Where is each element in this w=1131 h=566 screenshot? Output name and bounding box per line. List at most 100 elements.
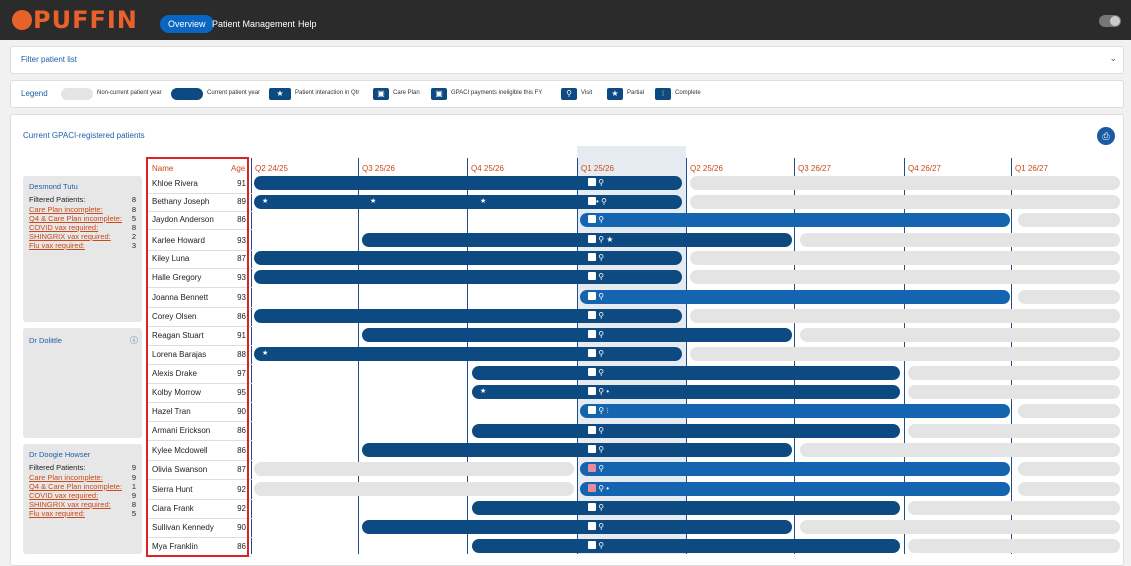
- patient-year-bar[interactable]: [362, 328, 792, 342]
- patient-year-bar[interactable]: [254, 270, 682, 284]
- noncurrent-year-bar: [690, 251, 1120, 265]
- patient-year-bar[interactable]: [580, 482, 1010, 496]
- quarter-header: Q1 26/27: [1015, 164, 1048, 173]
- care-plan-incomplete-link[interactable]: Care Plan incomplete: 9: [29, 473, 136, 482]
- care-plan-icon[interactable]: ⚲: [588, 501, 604, 515]
- flu-vax-required-link[interactable]: Flu vax required: 5: [29, 509, 136, 518]
- patient-year-bar[interactable]: [362, 520, 792, 534]
- patient-row[interactable]: Armani Erickson 86: [146, 422, 252, 441]
- care-plan-icon[interactable]: ⚲: [588, 347, 604, 361]
- group-desmond-tutu: Desmond Tutu Filtered Patients: 8 Care Pl…: [23, 176, 142, 322]
- patient-row[interactable]: Halle Gregory 93: [146, 269, 252, 288]
- care-plan-icon[interactable]: ⚲: [588, 539, 604, 553]
- filter-panel[interactable]: Filter patient list ⌄: [10, 46, 1124, 74]
- noncurrent-year-bar: [1018, 482, 1120, 496]
- care-plan-icon[interactable]: ⚲: [588, 251, 604, 265]
- patient-row[interactable]: Jaydon Anderson 86: [146, 211, 252, 230]
- patient-year-bar[interactable]: [580, 290, 1010, 304]
- print-icon[interactable]: ⎙: [1097, 127, 1115, 145]
- info-icon[interactable]: ⓘ: [130, 335, 138, 346]
- legend-noncurrent-label: Non-current patient year: [97, 90, 162, 96]
- group-name: Dr Doogie Howser: [29, 450, 91, 459]
- flu-vax-required-link[interactable]: Flu vax required: 3: [29, 241, 136, 250]
- care-plan-icon[interactable]: ⚲ ⁝: [588, 404, 609, 418]
- patient-row[interactable]: Olivia Swanson 87: [146, 461, 252, 480]
- group-dr-doogie-howser: Dr Doogie Howser Filtered Patients: 9 Car…: [23, 444, 142, 554]
- noncurrent-year-bar: [254, 462, 574, 476]
- care-plan-icon[interactable]: ⚲: [588, 366, 604, 380]
- legend-current-label: Current patient year: [207, 90, 261, 96]
- patient-row[interactable]: Alexis Drake 97: [146, 365, 252, 384]
- patient-row[interactable]: Hazel Tran 90: [146, 403, 252, 422]
- shingrix-vax-required-link[interactable]: SHINGRIX vax required: 2: [29, 232, 136, 241]
- name-column-header[interactable]: Name: [152, 164, 173, 173]
- patient-year-bar[interactable]: [580, 462, 1010, 476]
- patient-year-bar[interactable]: [472, 366, 900, 380]
- patient-row[interactable]: Joanna Bennett 93: [146, 289, 252, 308]
- care-plan-icon[interactable]: ⚲: [588, 328, 604, 342]
- puffin-logo[interactable]: PUFFIN: [12, 6, 138, 34]
- patient-year-bar[interactable]: [472, 501, 900, 515]
- care-plan-icon[interactable]: ⚲: [588, 213, 604, 227]
- patient-row[interactable]: Karlee Howard 93: [146, 232, 252, 251]
- patient-year-bar[interactable]: [472, 539, 900, 553]
- care-plan-icon[interactable]: • ⚲: [588, 195, 607, 209]
- theme-toggle[interactable]: [1099, 15, 1121, 27]
- group-dr-dolittle: Dr Dolittle ⓘ: [23, 328, 142, 438]
- noncurrent-year-bar: [908, 539, 1120, 553]
- patient-row[interactable]: Reagan Stuart 91: [146, 327, 252, 346]
- patient-year-bar[interactable]: [254, 251, 682, 265]
- patient-year-bar[interactable]: [254, 347, 682, 361]
- patient-row[interactable]: Sierra Hunt 92: [146, 481, 252, 500]
- chevron-down-icon[interactable]: ⌄: [1109, 53, 1117, 64]
- patient-row[interactable]: Ciara Frank 92: [146, 500, 252, 519]
- patient-row[interactable]: Mya Franklin 86: [146, 538, 252, 557]
- care-plan-icon[interactable]: ⚲ ★: [588, 233, 613, 247]
- legend-complete-icon: ⁝: [655, 88, 671, 100]
- patient-year-bar[interactable]: [362, 233, 792, 247]
- care-plan-icon[interactable]: ⚲: [588, 270, 604, 284]
- gpaci-ineligible-icon[interactable]: ⚲: [588, 462, 604, 476]
- patient-row[interactable]: Khloe Rivera 91: [146, 175, 252, 194]
- care-plan-incomplete-link[interactable]: Care Plan incomplete: 8: [29, 205, 136, 214]
- care-plan-icon[interactable]: ⚲: [588, 443, 604, 457]
- q4-care-plan-incomplete-link[interactable]: Q4 & Care Plan incomplete: 5: [29, 214, 136, 223]
- patient-row[interactable]: Kolby Morrow 95: [146, 384, 252, 403]
- patient-year-bar[interactable]: [254, 195, 682, 209]
- shingrix-vax-required-link[interactable]: SHINGRIX vax required: 8: [29, 500, 136, 509]
- patient-row[interactable]: Sullivan Kennedy 90: [146, 519, 252, 538]
- legend-visit-icon: ⚲: [561, 88, 577, 100]
- patient-year-bar[interactable]: [254, 176, 682, 190]
- care-plan-icon[interactable]: ⚲ •: [588, 385, 609, 399]
- gpaci-ineligible-icon[interactable]: ⚲ •: [588, 482, 609, 496]
- patient-row[interactable]: Lorena Barajas 88: [146, 346, 252, 365]
- covid-vax-required-link[interactable]: COVID vax required: 9: [29, 491, 136, 500]
- quarter-header: Q2 24/25: [255, 164, 288, 173]
- care-plan-icon[interactable]: ⚲: [588, 309, 604, 323]
- patient-year-bar[interactable]: [580, 404, 1010, 418]
- age-column-header[interactable]: Age: [231, 164, 245, 173]
- covid-vax-required-link[interactable]: COVID vax required: 8: [29, 223, 136, 232]
- nav-help[interactable]: Help: [290, 15, 325, 33]
- noncurrent-year-bar: [254, 482, 574, 496]
- care-plan-icon[interactable]: ⚲: [588, 176, 604, 190]
- care-plan-icon[interactable]: ⚲: [588, 520, 604, 534]
- patient-year-bar[interactable]: [254, 309, 682, 323]
- q4-care-plan-incomplete-link[interactable]: Q4 & Care Plan incomplete: 1: [29, 482, 136, 491]
- noncurrent-year-bar: [800, 443, 1120, 457]
- patient-row[interactable]: Corey Olsen 86: [146, 308, 252, 327]
- patient-year-bar[interactable]: [580, 213, 1010, 227]
- quarter-header: Q3 26/27: [798, 164, 831, 173]
- patient-year-bar[interactable]: [472, 424, 900, 438]
- patient-year-bar[interactable]: [472, 385, 900, 399]
- patient-year-bar[interactable]: [362, 443, 792, 457]
- patient-row[interactable]: Bethany Joseph 89: [146, 193, 252, 212]
- noncurrent-year-bar: [1018, 404, 1120, 418]
- care-plan-icon[interactable]: ⚲: [588, 424, 604, 438]
- interaction-star-icon: ★: [262, 350, 269, 357]
- patient-row[interactable]: Kylee Mcdowell 86: [146, 442, 252, 461]
- nav-patient-management[interactable]: Patient Management: [204, 15, 303, 33]
- interaction-star-icon: ★: [370, 198, 377, 205]
- patient-row[interactable]: Kiley Luna 87: [146, 250, 252, 269]
- care-plan-icon[interactable]: ⚲: [588, 290, 604, 304]
